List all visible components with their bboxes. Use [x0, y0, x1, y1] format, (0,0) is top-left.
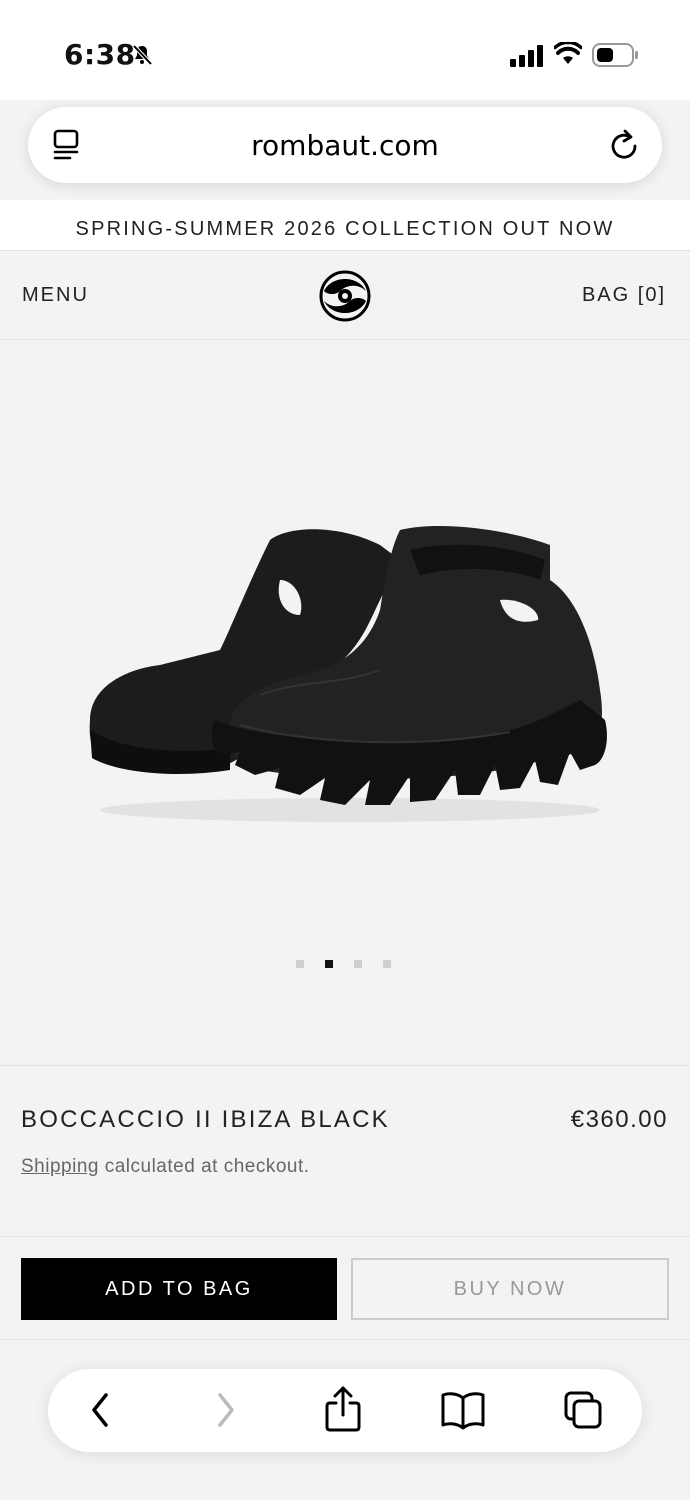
announcement-bar: SPRING-SUMMER 2026 COLLECTION OUT NOW: [0, 200, 690, 250]
carousel-dot[interactable]: [296, 960, 304, 968]
signal-icon: [510, 45, 543, 67]
browser-toolbar: [48, 1369, 642, 1452]
wifi-icon: [554, 42, 582, 64]
bookmarks-icon[interactable]: [440, 1389, 486, 1431]
url-text[interactable]: rombaut.com: [28, 129, 662, 162]
bag-button[interactable]: BAG [0]: [582, 284, 666, 307]
status-time: 6:38: [64, 38, 136, 71]
carousel-dot[interactable]: [383, 960, 391, 968]
carousel-dot[interactable]: [354, 960, 362, 968]
rombaut-logo[interactable]: [318, 269, 372, 323]
product-info: BOCCACCIO II IBIZA BLACK €360.00 Shippin…: [0, 1065, 690, 1237]
forward-icon[interactable]: [210, 1389, 240, 1431]
reload-icon[interactable]: [608, 127, 640, 161]
buy-now-button[interactable]: BUY NOW: [351, 1258, 669, 1320]
share-icon[interactable]: [324, 1385, 362, 1433]
battery-icon: [592, 43, 638, 67]
carousel-dot-active[interactable]: [325, 960, 333, 968]
add-to-bag-button[interactable]: ADD TO BAG: [21, 1258, 337, 1320]
tabs-icon[interactable]: [562, 1389, 604, 1431]
site-header: MENU BAG [0]: [0, 250, 690, 340]
product-title: BOCCACCIO II IBIZA BLACK: [21, 1106, 390, 1133]
menu-button[interactable]: MENU: [22, 284, 89, 307]
purchase-actions: ADD TO BAG BUY NOW: [0, 1237, 690, 1340]
bell-slash-icon: [132, 44, 153, 66]
address-bar[interactable]: rombaut.com: [28, 107, 662, 183]
announcement-text: SPRING-SUMMER 2026 COLLECTION OUT NOW: [75, 218, 615, 240]
back-icon[interactable]: [86, 1389, 116, 1431]
product-image-carousel[interactable]: [0, 340, 690, 1065]
shipping-note-text: calculated at checkout.: [98, 1156, 310, 1177]
product-price: €360.00: [570, 1106, 668, 1133]
shipping-note: Shipping calculated at checkout.: [21, 1156, 310, 1178]
carousel-dots[interactable]: [296, 960, 391, 968]
status-bar: 6:38: [0, 0, 690, 100]
shipping-link[interactable]: Shipping: [21, 1156, 99, 1177]
product-image: [89, 525, 607, 822]
